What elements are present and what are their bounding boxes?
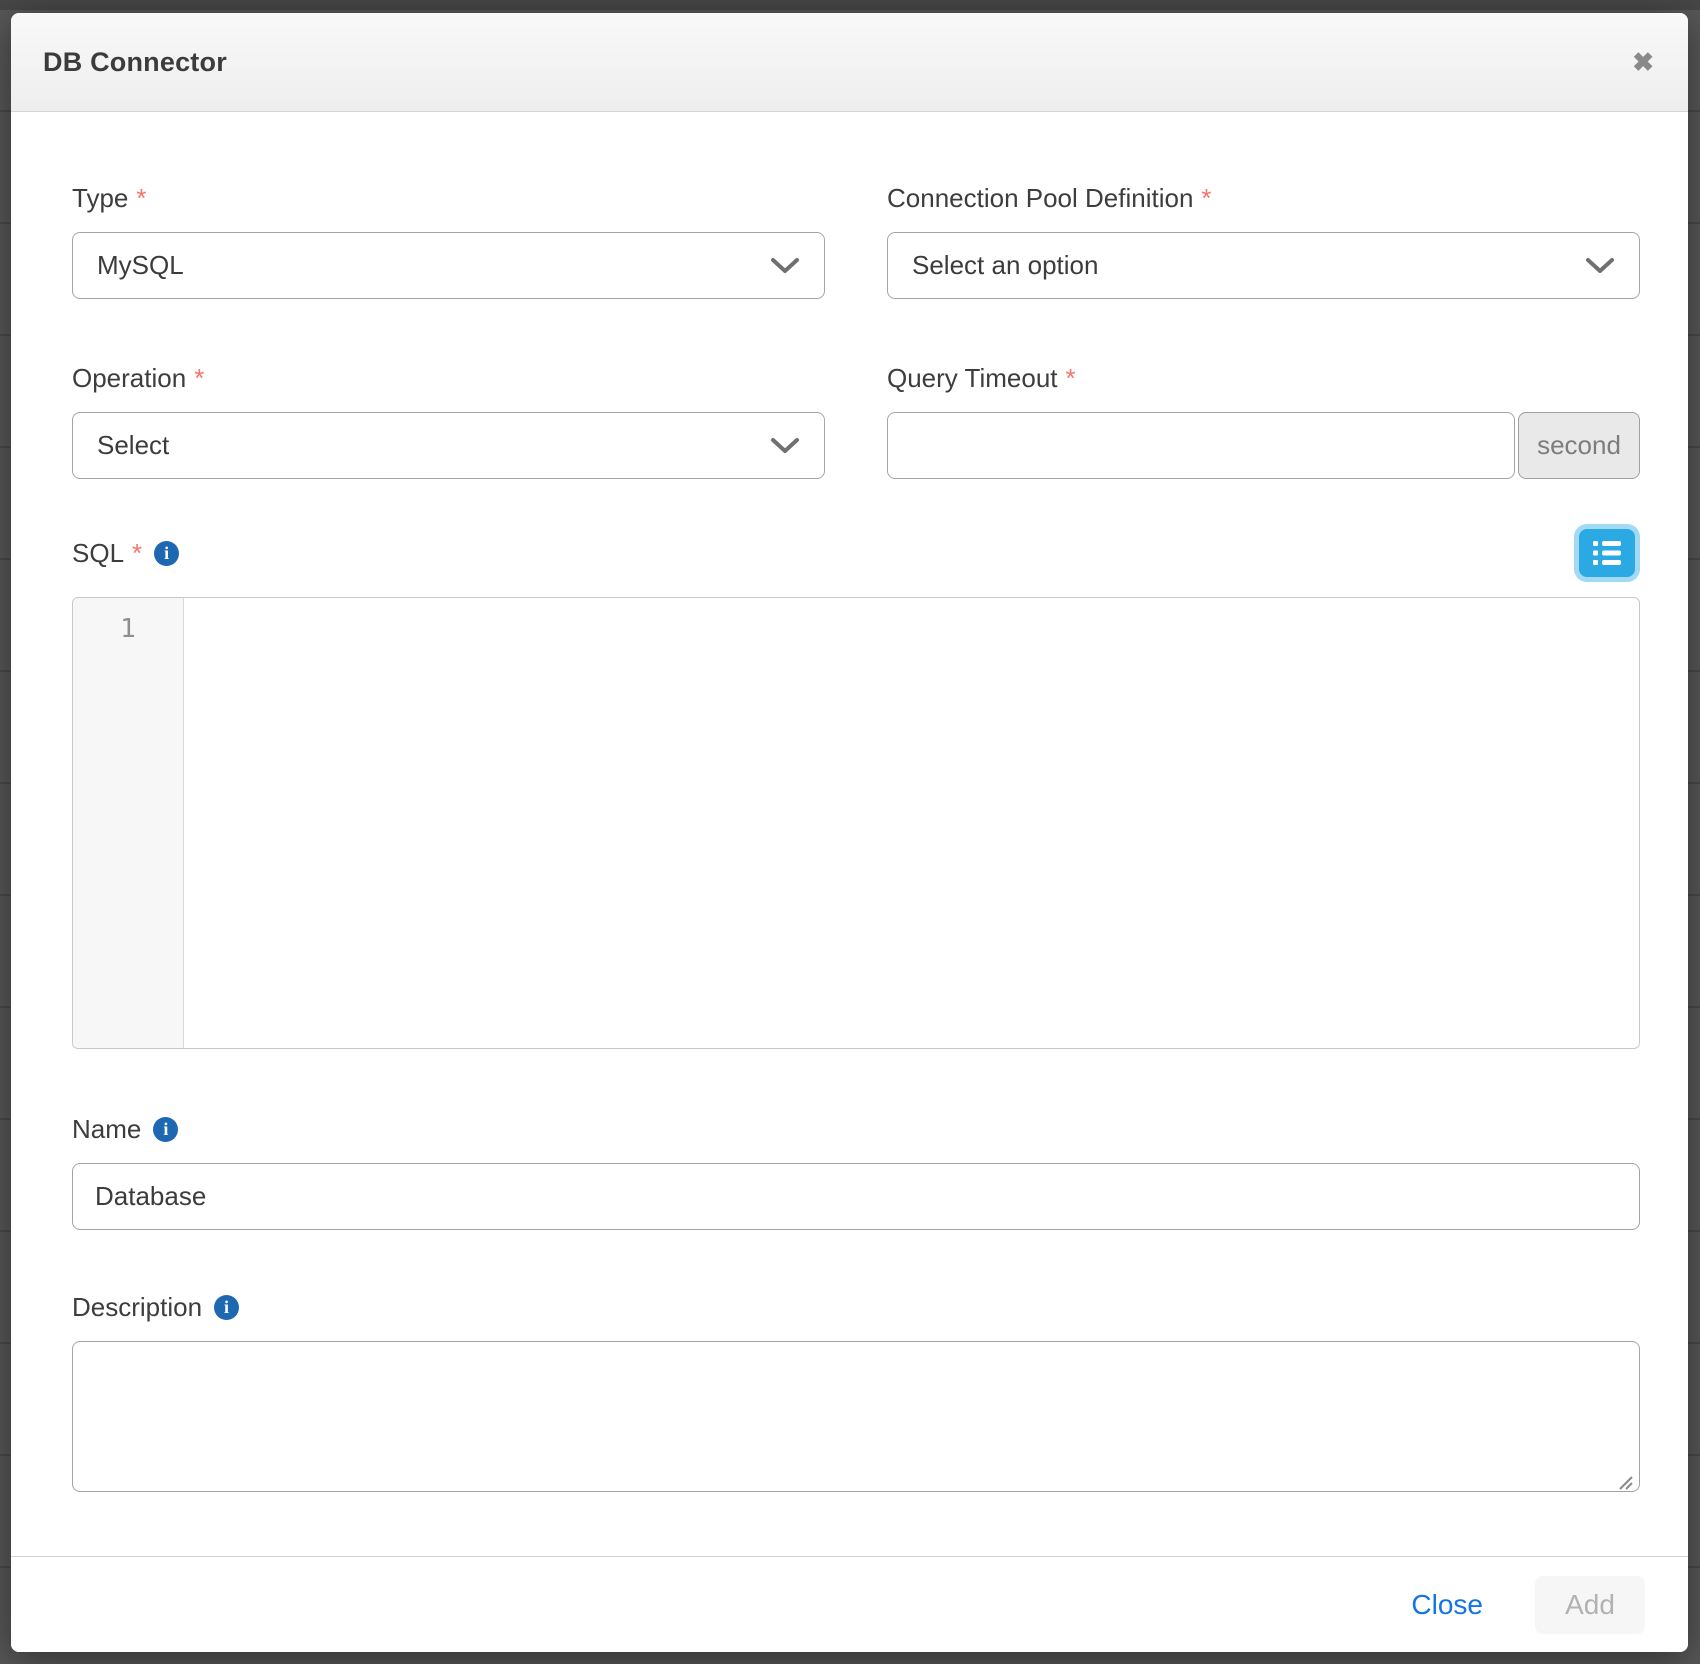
description-textarea-wrap: [72, 1341, 1640, 1497]
sql-editor-gutter: 1: [73, 598, 184, 1048]
sql-header-row: SQL * i: [72, 519, 1640, 587]
operation-label: Operation: [72, 363, 186, 394]
connection-pool-select[interactable]: Select an option: [887, 232, 1640, 299]
connection-pool-label: Connection Pool Definition: [887, 183, 1193, 214]
page-overlay: DB Connector ✖ Type * MySQL: [0, 0, 1700, 1664]
query-timeout-label: Query Timeout: [887, 363, 1058, 394]
required-marker: *: [132, 538, 142, 569]
db-connector-modal: DB Connector ✖ Type * MySQL: [11, 13, 1688, 1652]
chevron-down-icon: [770, 437, 800, 455]
form-grid: Type * MySQL Connection Pool Definition …: [72, 183, 1640, 479]
connection-pool-select-value: Select an option: [912, 250, 1098, 281]
chevron-down-icon: [1585, 257, 1615, 275]
operation-select[interactable]: Select: [72, 412, 825, 479]
required-marker: *: [1201, 183, 1211, 214]
operation-label-row: Operation *: [72, 363, 825, 393]
sql-label: SQL: [72, 538, 124, 569]
add-button[interactable]: Add: [1535, 1576, 1645, 1634]
required-marker: *: [1066, 363, 1076, 394]
description-section: Description i: [72, 1292, 1640, 1497]
type-label-row: Type *: [72, 183, 825, 213]
query-timeout-group: second: [887, 412, 1640, 479]
line-number: 1: [120, 614, 136, 644]
required-marker: *: [194, 363, 204, 394]
sql-label-row: SQL * i: [72, 538, 179, 568]
close-icon[interactable]: ✖: [1632, 49, 1654, 75]
description-label-row: Description i: [72, 1292, 1640, 1322]
modal-body: Type * MySQL Connection Pool Definition …: [11, 112, 1688, 1556]
operation-select-value: Select: [97, 430, 169, 461]
query-timeout-field: Query Timeout * second: [887, 363, 1640, 479]
close-button[interactable]: Close: [1411, 1589, 1483, 1621]
type-label: Type: [72, 183, 128, 214]
query-timeout-input[interactable]: [887, 412, 1515, 479]
info-icon[interactable]: i: [154, 541, 179, 566]
modal-title: DB Connector: [43, 47, 227, 78]
info-icon[interactable]: i: [153, 1117, 178, 1142]
bullet-list-icon: [1590, 538, 1624, 568]
type-select-value: MySQL: [97, 250, 184, 281]
connection-pool-field: Connection Pool Definition * Select an o…: [887, 183, 1640, 299]
name-label: Name: [72, 1114, 141, 1145]
chevron-down-icon: [770, 257, 800, 275]
sql-editor-content[interactable]: [184, 598, 1639, 1048]
modal-footer: Close Add: [11, 1556, 1688, 1652]
query-timeout-label-row: Query Timeout *: [887, 363, 1640, 393]
name-input[interactable]: [72, 1163, 1640, 1230]
connection-pool-label-row: Connection Pool Definition *: [887, 183, 1640, 213]
info-icon[interactable]: i: [214, 1295, 239, 1320]
name-section: Name i: [72, 1114, 1640, 1230]
operation-field: Operation * Select: [72, 363, 825, 479]
required-marker: *: [136, 183, 146, 214]
type-select[interactable]: MySQL: [72, 232, 825, 299]
description-textarea[interactable]: [72, 1341, 1640, 1492]
sql-editor[interactable]: 1: [72, 597, 1640, 1049]
modal-header: DB Connector ✖: [11, 13, 1688, 112]
type-field: Type * MySQL: [72, 183, 825, 299]
query-timeout-unit: second: [1518, 412, 1640, 479]
name-label-row: Name i: [72, 1114, 1640, 1144]
description-label: Description: [72, 1292, 202, 1323]
sql-snippet-list-button[interactable]: [1574, 524, 1640, 582]
